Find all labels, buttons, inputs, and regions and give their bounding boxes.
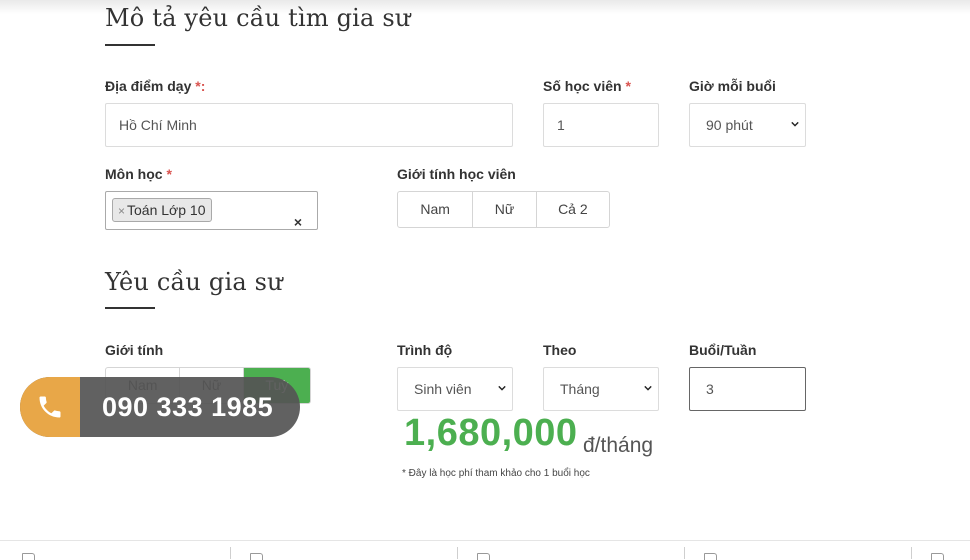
document-icon[interactable]: [477, 553, 490, 560]
location-input[interactable]: Hồ Chí Minh: [105, 103, 513, 147]
document-icon[interactable]: [22, 553, 35, 560]
students-label: Số học viên *: [543, 78, 631, 94]
divider: [230, 547, 231, 559]
location-value: Hồ Chí Minh: [119, 117, 197, 133]
tag-remove-icon[interactable]: ×: [118, 204, 125, 218]
student-gender-nam[interactable]: Nam: [398, 192, 474, 227]
location-label-text: Địa điểm dạy: [105, 78, 192, 94]
section-underline: [105, 44, 155, 46]
level-label: Trình độ: [397, 342, 452, 358]
plan-label-text: Theo: [543, 342, 577, 358]
divider: [457, 547, 458, 559]
subject-label: Môn học *: [105, 166, 172, 182]
sessions-input[interactable]: 3: [689, 367, 806, 411]
chevron-down-icon: [498, 385, 506, 391]
chevron-down-icon: [791, 121, 799, 127]
section-title-tutor: Yêu cầu gia sư: [105, 268, 283, 296]
divider: [684, 547, 685, 559]
divider: [911, 547, 912, 559]
location-label: Địa điểm dạy *:: [105, 78, 205, 94]
level-select[interactable]: Sinh viên: [397, 367, 513, 411]
price-note: * Đây là học phí tham khảo cho 1 buổi họ…: [402, 468, 590, 479]
student-gender-toggle: Nam Nữ Cả 2: [397, 191, 610, 228]
plan-select[interactable]: Tháng: [543, 367, 659, 411]
section-title-request: Mô tả yêu cầu tìm gia sư: [105, 4, 411, 32]
students-value: 1: [557, 117, 565, 133]
duration-label-text: Giờ mỗi buổi: [689, 78, 776, 94]
tutor-gender-label: Giới tính: [105, 342, 163, 358]
subject-label-text: Môn học: [105, 166, 163, 182]
required-mark: *:: [195, 78, 206, 94]
subject-multiselect[interactable]: × Toán Lớp 10 ×: [105, 191, 318, 230]
chevron-down-icon: [644, 385, 652, 391]
subject-tag-label: Toán Lớp 10: [127, 202, 206, 218]
hotline-button[interactable]: 090 333 1985: [20, 377, 300, 437]
bottom-nav-bar: [0, 540, 970, 560]
level-value: Sinh viên: [414, 381, 472, 397]
hotline-number: 090 333 1985: [102, 392, 274, 422]
phone-glyph: [39, 396, 61, 418]
student-gender-both[interactable]: Cả 2: [537, 192, 609, 227]
price-amount: 1,680,000: [404, 412, 578, 454]
document-icon[interactable]: [931, 553, 944, 560]
price-unit: đ/tháng: [583, 434, 654, 457]
student-gender-label-text: Giới tính học viên: [397, 166, 516, 182]
tutor-gender-label-text: Giới tính: [105, 342, 164, 358]
sessions-label-text: Buổi/Tuần: [689, 342, 757, 358]
section-underline: [105, 307, 155, 309]
document-icon[interactable]: [704, 553, 717, 560]
plan-label: Theo: [543, 342, 576, 358]
student-gender-nu[interactable]: Nữ: [473, 192, 537, 227]
students-input[interactable]: 1: [543, 103, 659, 147]
clear-icon[interactable]: ×: [294, 201, 302, 243]
phone-icon: [20, 377, 80, 437]
students-label-text: Số học viên: [543, 78, 622, 94]
duration-value: 90 phút: [706, 117, 753, 133]
subject-tag: × Toán Lớp 10: [112, 198, 213, 222]
duration-select[interactable]: 90 phút: [689, 103, 806, 147]
sessions-value: 3: [706, 381, 714, 397]
duration-label: Giờ mỗi buổi: [689, 78, 776, 94]
plan-value: Tháng: [560, 381, 600, 397]
required-mark: *: [625, 78, 631, 94]
document-icon[interactable]: [250, 553, 263, 560]
level-label-text: Trình độ: [397, 342, 453, 358]
required-mark: *: [166, 166, 172, 182]
student-gender-label: Giới tính học viên: [397, 166, 516, 182]
sessions-label: Buổi/Tuần: [689, 342, 756, 358]
